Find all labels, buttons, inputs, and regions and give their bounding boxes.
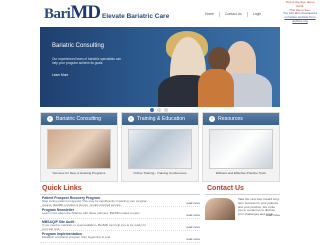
logo-bari: Bari — [44, 6, 71, 22]
logo-md: MD — [70, 2, 101, 23]
top-nav: Home Contact Us Login — [200, 12, 266, 17]
hero-person-3-body — [198, 69, 234, 107]
quick-link-item[interactable]: Program Newsletter Learn more about the … — [40, 207, 200, 219]
nav-contact-link[interactable]: Contact Us — [219, 12, 247, 17]
box-title: Resources — [218, 116, 243, 122]
box-caption: Efficient and Effective Practice Tools — [216, 171, 266, 175]
nav-login-link[interactable]: Login — [246, 12, 266, 17]
box-title: Bariatric Consulting — [56, 116, 101, 122]
box-caption: Services for New or Existing Programs — [52, 171, 106, 175]
quick-link-item[interactable]: MBSAQIP Site Audit If you need to mainta… — [40, 219, 200, 231]
read-more-link[interactable]: read more — [186, 225, 200, 229]
logo-tagline: Elevate Bariatric Care — [102, 13, 170, 20]
arrow-right-icon: › — [209, 116, 215, 122]
box-image — [47, 129, 111, 169]
arrow-right-icon: › — [128, 116, 134, 122]
nav-home-link[interactable]: Home — [200, 12, 219, 17]
hero-title: Bariatric Consulting — [52, 43, 105, 49]
page: Bari MD Elevate Bariatric Care Home Cont… — [40, 0, 280, 245]
logo[interactable]: Bari MD Elevate Bariatric Care — [44, 2, 169, 24]
box-image — [128, 129, 192, 169]
quick-links-section: Quick Links Patient Prospect Recovery Pr… — [40, 185, 200, 245]
box-bariatric-consulting[interactable]: › Bariatric Consulting Services for New … — [40, 112, 118, 182]
notice-link[interactable]: archive.org — [282, 19, 318, 24]
read-more-link[interactable]: read more — [186, 237, 200, 241]
hero-person-3-head — [208, 47, 230, 71]
quick-link-desc: Learn more about the Alliance with these… — [42, 211, 140, 215]
box-caption: Online Training - Training Conferences — [133, 171, 187, 175]
read-more-link[interactable]: read more — [186, 201, 200, 205]
read-more-link[interactable]: read more — [186, 213, 200, 217]
box-header: › Training & Education — [122, 113, 198, 125]
box-header: › Bariatric Consulting — [41, 113, 117, 125]
box-title: Training & Education — [137, 116, 185, 122]
box-image — [209, 129, 273, 169]
quick-link-item[interactable]: Program Implementation Establish a baria… — [40, 231, 200, 243]
hero-banner: Bariatric Consulting Our experienced tea… — [40, 27, 280, 107]
contact-section: Contact Us Take the next step toward lon… — [205, 185, 280, 245]
archive-notice: This is the free demo result. This site … — [282, 0, 318, 24]
box-training-education[interactable]: › Training & Education Online Training -… — [121, 112, 199, 182]
hero-text: Our experienced team of bariatric specia… — [52, 57, 121, 66]
contact-title: Contact Us — [207, 185, 244, 192]
box-resources[interactable]: › Resources Efficient and Effective Prac… — [202, 112, 280, 182]
quick-link-item[interactable]: Patient Prospect Recovery Program Stop l… — [40, 195, 200, 207]
quick-links-title: Quick Links — [42, 185, 82, 192]
contact-photo — [205, 198, 235, 220]
box-header: › Resources — [203, 113, 279, 125]
quick-link-desc: Establish a bariatric program from begin… — [42, 235, 111, 239]
arrow-right-icon: › — [47, 116, 53, 122]
hero-learn-more-link[interactable]: Learn More — [52, 73, 68, 77]
contact-read-more-link[interactable]: read more — [266, 213, 280, 217]
